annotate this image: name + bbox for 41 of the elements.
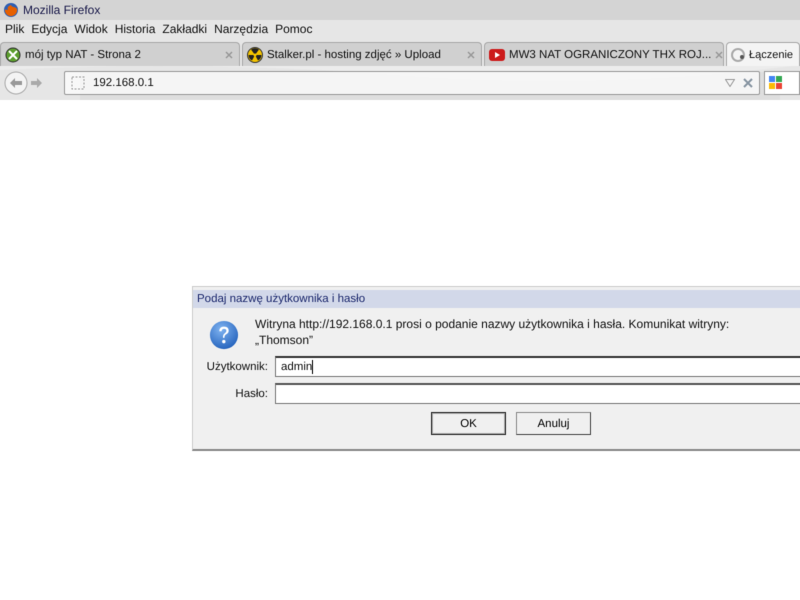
browser-tab[interactable]: Stalker.pl - hosting zdjęć » Upload xyxy=(242,42,482,66)
forward-icon[interactable] xyxy=(30,76,44,90)
tab-title: Stalker.pl - hosting zdjęć » Upload xyxy=(267,48,442,60)
menu-item[interactable]: Historia xyxy=(112,22,160,36)
menu-item[interactable]: Edycja xyxy=(29,22,72,36)
browser-tab[interactable]: mój typ NAT - Strona 2 xyxy=(0,42,240,66)
menu-item[interactable]: Narzędzia xyxy=(212,22,274,36)
stop-icon[interactable] xyxy=(743,78,753,88)
back-icon[interactable] xyxy=(4,71,28,95)
tab-title: MW3 NAT OGRANICZONY THX ROJ... xyxy=(509,48,712,60)
menu-item[interactable]: Zakładki xyxy=(160,22,212,36)
loading-icon xyxy=(730,46,746,62)
close-icon[interactable] xyxy=(225,50,233,58)
xbox-logo-icon xyxy=(5,46,21,62)
dialog-message: Witryna http://192.168.0.1 prosi o podanie nazwy użytkownika i hasła. Komunikat witryny: „Thomson” xyxy=(255,316,730,348)
tab-title: Łączenie xyxy=(749,48,794,60)
browser-tab[interactable]: MW3 NAT OGRANICZONY THX ROJ... xyxy=(484,42,724,66)
close-icon[interactable] xyxy=(467,50,475,58)
dropdown-icon[interactable] xyxy=(725,79,735,87)
input-field[interactable] xyxy=(275,383,800,404)
field-label: Hasło: xyxy=(234,388,269,400)
menu-item[interactable]: Plik xyxy=(3,22,30,36)
tab-title: mój typ NAT - Strona 2 xyxy=(25,48,142,60)
dialog-title: Podaj nazwę użytkownika i hasło xyxy=(193,290,800,308)
search-engine-button[interactable] xyxy=(764,71,800,95)
menu-item[interactable]: Pomoc xyxy=(273,22,318,36)
address-field[interactable]: 192.168.0.1 xyxy=(64,71,760,95)
google-logo-icon xyxy=(769,76,783,90)
firefox-logo-icon xyxy=(3,2,19,18)
input-field[interactable]: admin xyxy=(275,356,800,377)
field-label: Użytkownik: xyxy=(206,360,269,372)
play-icon xyxy=(489,46,505,62)
menu-item[interactable]: Widok xyxy=(72,22,113,36)
close-icon[interactable] xyxy=(715,50,724,58)
radiation-icon xyxy=(247,46,263,62)
site-identity-icon xyxy=(71,76,85,90)
browser-tab[interactable]: Łączenie xyxy=(726,42,800,66)
window-title: Mozilla Firefox xyxy=(23,3,100,17)
question-icon xyxy=(209,320,239,350)
dialog-button[interactable]: Anuluj xyxy=(516,412,591,435)
dialog-button[interactable]: OK xyxy=(431,412,506,435)
